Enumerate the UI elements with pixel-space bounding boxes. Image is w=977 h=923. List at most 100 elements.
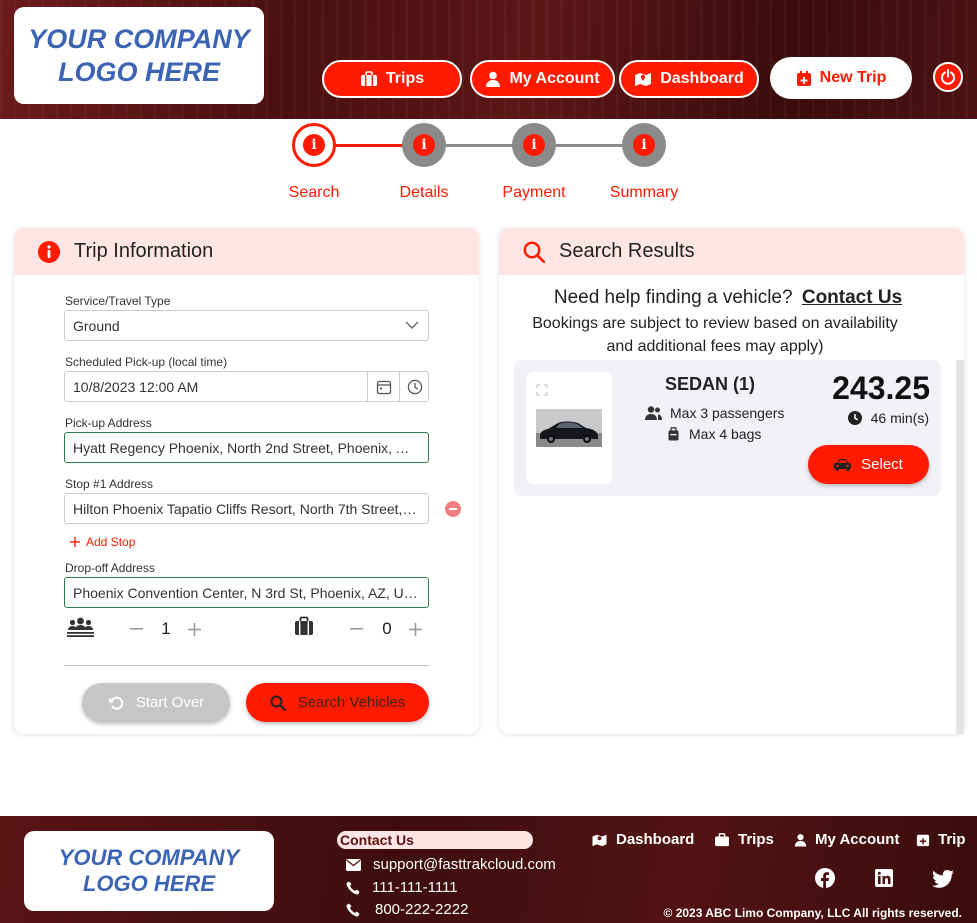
pickup-address-input[interactable]: Hyatt Regency Phoenix, North 2nd Street,… (64, 432, 429, 463)
luggage-decrement[interactable] (350, 618, 364, 640)
search-results-title: Search Results (559, 240, 695, 262)
plus-icon (188, 622, 201, 636)
luggage-increment[interactable] (409, 618, 423, 640)
suitcase-icon (668, 427, 679, 441)
booking-note: Bookings are subject to review based on … (499, 312, 931, 358)
stop1-address-input[interactable]: Hilton Phoenix Tapatio Cliffs Resort, No… (64, 493, 429, 524)
start-over-label: Start Over (135, 694, 205, 711)
booking-note-line1: Bookings are subject to review based on … (532, 315, 898, 332)
search-icon (523, 241, 545, 263)
nav-my-account-button[interactable]: My Account (470, 60, 615, 98)
passengers-icon (67, 617, 94, 637)
suitcase-icon (360, 71, 377, 86)
twitter-icon[interactable] (932, 870, 954, 888)
booking-note-line2: and additional fees may apply) (606, 338, 824, 355)
info-icon: i (633, 134, 655, 156)
footer-nav-trip[interactable]: Trip (916, 831, 966, 848)
phone-icon (346, 881, 360, 894)
search-vehicles-button[interactable]: Search Vehicles (246, 683, 429, 722)
minus-icon (350, 628, 363, 630)
remove-stop-button[interactable] (445, 501, 461, 517)
dropoff-address-input[interactable]: Phoenix Convention Center, N 3rd St, Pho… (64, 577, 429, 608)
time-button[interactable] (399, 372, 428, 401)
plus-icon (409, 622, 422, 636)
logout-button[interactable] (933, 62, 963, 92)
step-summary-label: Summary (609, 184, 679, 201)
company-logo[interactable]: YOUR COMPANY LOGO HERE (14, 7, 264, 104)
calendar-icon (376, 380, 391, 394)
step-details-circle[interactable]: i (402, 123, 446, 167)
vehicle-passengers: Max 3 passengers (645, 405, 784, 421)
phone-icon (346, 903, 360, 916)
footer-phone1[interactable]: 111-111-1111 (346, 879, 458, 896)
envelope-icon (346, 858, 361, 871)
footer-nav-trips[interactable]: Trips (714, 831, 774, 848)
plus-icon (70, 537, 80, 547)
step-summary-circle[interactable]: i (622, 123, 666, 167)
info-icon: i (303, 134, 325, 156)
dropoff-address-value: Phoenix Convention Center, N 3rd St, Pho… (73, 584, 418, 601)
trip-information-title: Trip Information (74, 240, 214, 262)
info-icon: i (413, 134, 435, 156)
trip-information-header: Trip Information (14, 228, 479, 275)
new-trip-button[interactable]: New Trip (770, 57, 912, 99)
select-vehicle-button[interactable]: Select (808, 445, 929, 484)
sedan-image (536, 409, 602, 447)
pickup-datetime-input[interactable]: 10/8/2023 12:00 AM (64, 371, 429, 402)
footer-nav-my-account-label: My Account (815, 831, 900, 848)
nav-dashboard-button[interactable]: Dashboard (619, 60, 759, 98)
footer-nav-trip-label: Trip (938, 831, 966, 848)
nav-dashboard-label: Dashboard (660, 70, 744, 87)
linkedin-icon[interactable] (875, 869, 893, 887)
step-payment-circle[interactable]: i (512, 123, 556, 167)
chevron-down-icon (405, 321, 419, 329)
logo-line1: YOUR COMPANY (28, 23, 250, 54)
results-scrollbar[interactable] (956, 360, 964, 734)
footer-phone2[interactable]: 800-222-2222 (346, 901, 468, 918)
pickup-address-value: Hyatt Regency Phoenix, North 2nd Street,… (73, 439, 418, 456)
search-icon (270, 695, 286, 711)
vehicle-duration-label: 46 min(s) (870, 410, 929, 426)
minus-icon (130, 628, 143, 630)
calendar-plus-icon (796, 70, 811, 86)
step-search-circle[interactable]: i (292, 123, 336, 167)
logo-line2: LOGO HERE (57, 56, 220, 87)
expand-icon[interactable] (536, 384, 548, 396)
search-results-header: Search Results (499, 228, 964, 275)
footer-logo[interactable]: YOUR COMPANY LOGO HERE (24, 831, 274, 911)
luggage-count: 0 (382, 619, 392, 638)
vehicle-bags-label: Max 4 bags (689, 426, 762, 442)
nav-trips-label: Trips (385, 70, 425, 87)
minus-icon (449, 508, 457, 510)
calendar-button[interactable] (367, 372, 399, 401)
passengers-decrement[interactable] (130, 618, 144, 640)
footer-phone1-label: 111-111-1111 (372, 879, 458, 896)
facebook-icon[interactable] (815, 868, 835, 888)
step-details-label: Details (399, 184, 449, 201)
map-icon (635, 73, 652, 86)
step-payment-label: Payment (502, 184, 566, 201)
footer-logo-line1: YOUR COMPANY (58, 845, 240, 870)
booking-stepper: i i i i Search Details Payment Summary (0, 119, 977, 209)
footer-nav-dashboard[interactable]: Dashboard (591, 831, 694, 848)
footer-logo-line2: LOGO HERE (82, 871, 215, 896)
footer-email[interactable]: support@fasttrakcloud.com (346, 856, 556, 873)
add-stop-button[interactable]: Add Stop (70, 535, 135, 549)
contact-us-link[interactable]: Contact Us (802, 287, 902, 308)
stop1-address-label: Stop #1 Address (65, 477, 154, 491)
suitcase-icon (715, 832, 729, 846)
user-icon (794, 833, 807, 846)
power-icon (941, 69, 955, 85)
service-type-select[interactable]: Ground (64, 310, 429, 341)
nav-my-account-label: My Account (509, 70, 600, 87)
start-over-button[interactable]: Start Over (82, 683, 230, 722)
service-type-value: Ground (73, 317, 120, 334)
copyright-text: © 2023 ABC Limo Company, LLC All rights … (663, 906, 962, 920)
footer-nav-my-account[interactable]: My Account (794, 831, 899, 848)
nav-trips-button[interactable]: Trips (322, 60, 462, 98)
user-icon (486, 71, 501, 87)
search-vehicles-label: Search Vehicles (297, 694, 406, 711)
passengers-increment[interactable] (188, 618, 202, 640)
info-circle-icon (38, 240, 60, 263)
new-trip-label: New Trip (819, 69, 887, 86)
